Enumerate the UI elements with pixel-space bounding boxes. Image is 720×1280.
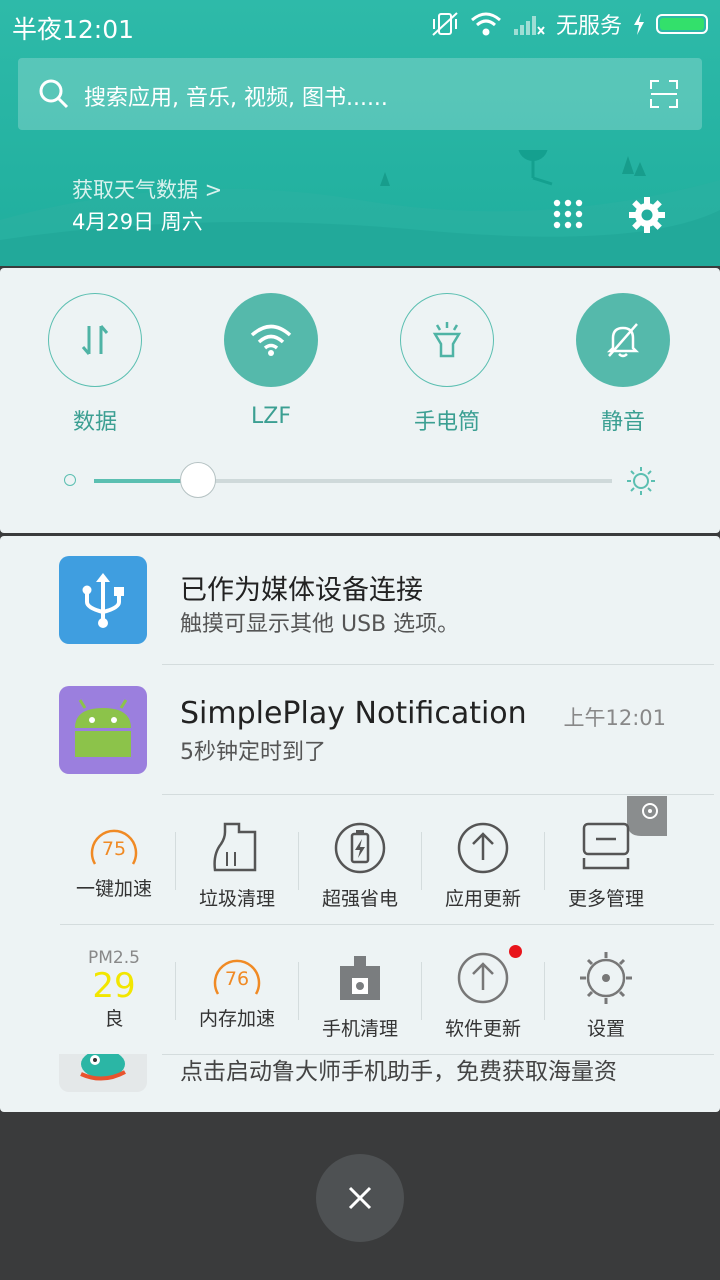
- divider: [544, 962, 545, 1020]
- tool-app-update[interactable]: 应用更新: [422, 820, 544, 911]
- tool-label: 超强省电: [321, 888, 398, 910]
- memory-gauge-value: 76: [224, 968, 250, 990]
- update-badge: [509, 945, 522, 958]
- toggle-data[interactable]: [48, 293, 142, 387]
- tool-speedup[interactable]: 75 一键加速: [53, 824, 175, 901]
- tool-label: 软件更新: [444, 1018, 521, 1040]
- status-bar: 半夜12:01 无服务: [0, 0, 720, 52]
- carrier-label: 无服务: [555, 14, 622, 39]
- notification-text: 触摸可显示其他 USB 选项。: [180, 612, 460, 637]
- toggle-data-label: 数据: [72, 410, 117, 435]
- quick-settings-panel: 数据 LZF 手电筒 静音: [0, 268, 720, 533]
- date-label: 4月29日 周六: [72, 210, 203, 234]
- notification-time: 上午12:01: [563, 706, 666, 730]
- notification-header: 半夜12:01 无服务 搜索应用, 音乐, 视频, 图书...... 获取天气数…: [0, 0, 720, 266]
- brightness-low-icon: [64, 474, 76, 486]
- divider: [544, 832, 545, 890]
- broom-icon: [213, 822, 257, 872]
- scan-icon[interactable]: [650, 80, 678, 108]
- brightness-slider-knob[interactable]: [179, 462, 216, 498]
- toggle-silent-label: 静音: [600, 410, 645, 435]
- notification-title: 已作为媒体设备连接: [180, 575, 423, 606]
- brightness-high-icon: [627, 467, 655, 495]
- tool-label: 更多管理: [567, 888, 644, 910]
- divider: [175, 962, 176, 1020]
- close-icon: [348, 1186, 372, 1210]
- search-bar[interactable]: 搜索应用, 音乐, 视频, 图书......: [18, 58, 702, 130]
- search-placeholder: 搜索应用, 音乐, 视频, 图书......: [84, 86, 388, 111]
- upload-arrow-icon: [457, 952, 509, 1004]
- data-arrows-icon: [81, 325, 109, 355]
- tool-memory-speedup[interactable]: 76 内存加速: [176, 954, 298, 1031]
- android-icon: [59, 686, 147, 774]
- tool-label: 内存加速: [198, 1008, 275, 1030]
- tool-more-manage[interactable]: 更多管理: [545, 820, 667, 911]
- memory-gauge-icon: 76: [210, 954, 264, 998]
- toggle-flashlight-label: 手电筒: [413, 410, 480, 435]
- toggle-silent[interactable]: [576, 293, 670, 387]
- toggle-flashlight[interactable]: [400, 293, 494, 387]
- tool-air-quality[interactable]: PM2.5 29 良: [53, 948, 175, 1031]
- tool-power-save[interactable]: 超强省电: [299, 820, 421, 911]
- divider: [175, 832, 176, 890]
- notification-title: SimplePlay Notification: [180, 696, 527, 731]
- settings-gear-icon[interactable]: [628, 196, 666, 234]
- gear-icon: [580, 952, 632, 1004]
- divider: [298, 962, 299, 1020]
- tool-junk-clean[interactable]: 垃圾清理: [176, 820, 298, 911]
- divider: [298, 832, 299, 890]
- divider: [421, 962, 422, 1020]
- wifi-icon: [250, 324, 292, 356]
- toggle-wifi[interactable]: [224, 293, 318, 387]
- pm25-label: PM2.5: [88, 948, 140, 968]
- upload-arrow-icon: [457, 822, 509, 874]
- tool-label: 设置: [586, 1018, 625, 1040]
- toggle-wifi-label: LZF: [251, 404, 291, 429]
- close-button[interactable]: [316, 1154, 404, 1242]
- tool-label: 垃圾清理: [198, 888, 275, 910]
- divider: [162, 794, 714, 795]
- manage-box-icon: [582, 822, 630, 870]
- phone-clean-icon: [340, 956, 380, 1000]
- battery-indicator: [656, 14, 708, 34]
- tool-label: 应用更新: [444, 888, 521, 910]
- signal-no-service-icon: [513, 16, 545, 35]
- notification-text: 5秒钟定时到了: [180, 740, 326, 765]
- status-time: 半夜12:01: [12, 15, 135, 44]
- grid-apps-icon[interactable]: [552, 198, 584, 230]
- tool-label: 一键加速: [75, 878, 152, 900]
- speed-gauge-value: 75: [101, 838, 127, 860]
- search-icon: [39, 79, 69, 109]
- notification-list: 已作为媒体设备连接 触摸可显示其他 USB 选项。 SimplePlay Not…: [0, 536, 720, 1112]
- bell-mute-icon: [606, 323, 640, 358]
- assistant-text: 点击启动鲁大师手机助手，免费获取海量资: [180, 1059, 617, 1085]
- tool-settings[interactable]: 设置: [545, 950, 667, 1041]
- usb-icon: [59, 556, 147, 644]
- wifi-status-icon: [471, 12, 501, 36]
- tool-software-update[interactable]: 软件更新: [422, 950, 544, 1041]
- battery-save-icon: [334, 822, 386, 874]
- divider: [60, 924, 714, 925]
- divider: [162, 664, 714, 665]
- tool-label: 手机清理: [321, 1018, 398, 1040]
- assistant-app-icon: [59, 1054, 147, 1092]
- vibrate-off-icon: [432, 12, 458, 36]
- divider: [421, 832, 422, 890]
- flashlight-icon: [432, 322, 462, 358]
- tool-phone-clean[interactable]: 手机清理: [299, 950, 421, 1041]
- charging-icon: [634, 13, 644, 35]
- speed-gauge-icon: 75: [87, 824, 141, 868]
- air-quality-label: 良: [104, 1008, 124, 1030]
- pm25-value: 29: [92, 966, 136, 1006]
- weather-link[interactable]: 获取天气数据 >: [72, 174, 222, 204]
